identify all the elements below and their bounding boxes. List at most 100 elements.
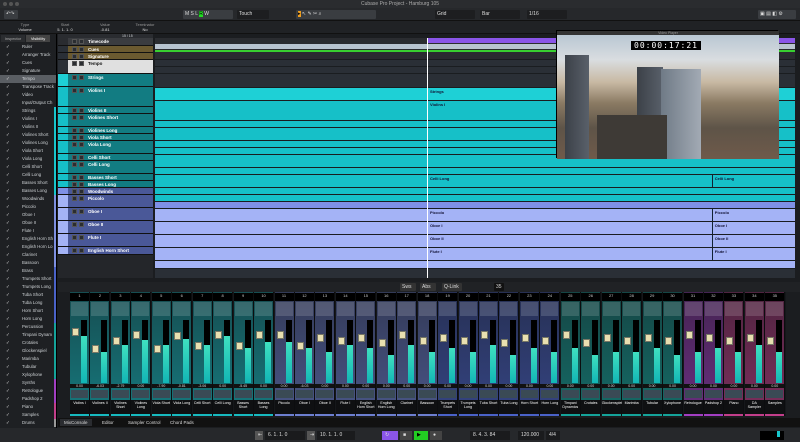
checkmark-icon[interactable]: ✓ — [6, 163, 10, 171]
mute-solo-buttons[interactable] — [193, 390, 211, 398]
channel-name[interactable]: Tuba Long — [499, 400, 519, 414]
routing-buttons[interactable] — [255, 302, 273, 316]
visibility-item[interactable]: ✓ Transpose Track — [0, 83, 56, 91]
checkmark-icon[interactable]: ✓ — [6, 83, 10, 91]
mute-button[interactable] — [72, 182, 77, 187]
mute-button[interactable] — [72, 135, 77, 140]
solo-button[interactable] — [79, 196, 84, 201]
mute-solo-buttons[interactable] — [418, 390, 436, 398]
info-value[interactable]: Volume — [8, 27, 42, 32]
visibility-item[interactable]: ✓ Flute I — [0, 227, 56, 235]
checkmark-icon[interactable]: ✓ — [6, 211, 10, 219]
mute-solo-buttons[interactable] — [623, 390, 641, 398]
checkmark-icon[interactable]: ✓ — [6, 59, 10, 67]
channel-name[interactable]: Oboe I — [294, 400, 314, 414]
track-header[interactable]: Oboe II — [58, 221, 153, 234]
volume-value[interactable]: 0.00 — [417, 384, 437, 388]
mute-solo-buttons[interactable] — [398, 390, 416, 398]
volume-fader[interactable] — [460, 336, 468, 345]
visibility-item[interactable]: ✓ Violines Short — [0, 131, 56, 139]
mute-solo-buttons[interactable] — [71, 390, 88, 398]
volume-value[interactable]: 0.00 — [601, 384, 621, 388]
mute-solo-buttons[interactable] — [377, 390, 395, 398]
mute-button[interactable] — [72, 235, 77, 240]
routing-buttons[interactable] — [295, 302, 313, 316]
track-header[interactable]: Viola Long — [58, 141, 153, 154]
track-lane[interactable]: Oboe I Oboe I — [155, 222, 795, 235]
visibility-item[interactable]: ✓ Strings — [0, 107, 56, 115]
event[interactable]: Flute I — [711, 248, 729, 260]
visibility-item[interactable]: ✓ Viola Long — [0, 155, 56, 163]
track-header[interactable]: Viola Short — [58, 134, 153, 141]
track-header[interactable]: Strings — [58, 74, 153, 87]
info-value[interactable]: 5. 1. 1. 0 — [48, 27, 82, 32]
mute-solo-buttons[interactable] — [745, 390, 763, 398]
tempo-display[interactable]: 120.000 — [518, 431, 544, 440]
channel-name[interactable]: Glockenspiel — [601, 400, 622, 414]
event[interactable]: Oboe I — [711, 222, 729, 234]
checkmark-icon[interactable]: ✓ — [6, 347, 10, 355]
channel-name[interactable]: Retrologue — [683, 400, 703, 414]
volume-value[interactable]: 0.00 — [213, 384, 233, 388]
routing-buttons[interactable] — [357, 302, 375, 316]
visibility-item[interactable]: ✓ Basses Long — [0, 187, 56, 195]
event[interactable]: Celli Long — [427, 175, 451, 187]
routing-buttons[interactable] — [480, 302, 497, 316]
mute-solo-buttons[interactable] — [643, 390, 661, 398]
state-buttons[interactable]: M S L R W — [183, 10, 233, 19]
volume-fader[interactable] — [174, 332, 182, 341]
mute-button[interactable] — [72, 75, 77, 80]
checkmark-icon[interactable]: ✓ — [6, 123, 10, 131]
volume-value[interactable]: 0.00 — [622, 384, 642, 388]
visibility-item[interactable]: ✓ Retrologue — [0, 387, 56, 395]
video-player-window[interactable]: Video Player 00:00:17:21 — [556, 30, 779, 159]
tab-chord-pads[interactable]: Chord Pads — [166, 419, 198, 426]
routing-buttons[interactable] — [541, 302, 559, 316]
checkmark-icon[interactable]: ✓ — [6, 91, 10, 99]
mute-solo-buttons[interactable] — [582, 390, 600, 398]
visibility-item[interactable]: ✓ Timpani Dynam — [0, 331, 56, 339]
solo-button[interactable] — [79, 108, 84, 113]
volume-value[interactable]: 0.00 — [765, 384, 785, 388]
mute-button[interactable] — [72, 115, 77, 120]
channel-name[interactable]: Violines Short — [110, 400, 130, 414]
checkmark-icon[interactable]: ✓ — [6, 419, 10, 427]
checkmark-icon[interactable]: ✓ — [6, 155, 10, 163]
volume-fader[interactable] — [705, 333, 713, 342]
mute-solo-buttons[interactable] — [664, 390, 682, 398]
mixer-abs-button[interactable]: Abs — [420, 283, 436, 291]
checkmark-icon[interactable]: ✓ — [6, 363, 10, 371]
event[interactable]: Flute I — [427, 248, 444, 260]
checkmark-icon[interactable]: ✓ — [6, 67, 10, 75]
track-header[interactable]: Basses Long — [58, 181, 153, 188]
track-header[interactable]: English Horn Short — [58, 247, 153, 255]
routing-buttons[interactable] — [91, 302, 109, 316]
checkmark-icon[interactable]: ✓ — [6, 43, 10, 51]
track-header[interactable]: Celli Long — [58, 161, 153, 174]
close-window-button[interactable] — [3, 2, 7, 6]
channel-name[interactable]: Samples — [765, 400, 785, 414]
track-header[interactable]: Violines Short — [58, 114, 153, 127]
track-lane[interactable]: Oboe II Oboe II — [155, 235, 795, 248]
checkmark-icon[interactable]: ✓ — [6, 387, 10, 395]
volume-value[interactable]: 0.00 — [131, 384, 151, 388]
channel-name[interactable]: Basses Short — [233, 400, 253, 414]
volume-value[interactable]: 0.00 — [499, 384, 519, 388]
checkmark-icon[interactable]: ✓ — [6, 299, 10, 307]
channel-name[interactable]: Violins I — [70, 400, 89, 414]
right-locator[interactable]: 10. 1. 1. 0 — [317, 431, 355, 440]
routing-buttons[interactable] — [459, 302, 477, 316]
playhead[interactable] — [427, 38, 428, 278]
track-lane[interactable]: Celli Long Celli Long — [155, 175, 795, 188]
checkmark-icon[interactable]: ✓ — [6, 379, 10, 387]
volume-value[interactable]: -5.45 — [233, 384, 253, 388]
mute-button[interactable] — [72, 175, 77, 180]
channel-name[interactable]: Padshop 2 — [703, 400, 723, 414]
volume-fader[interactable] — [746, 333, 754, 342]
mute-solo-buttons[interactable] — [439, 390, 457, 398]
visibility-item[interactable]: ✓ English Horn Sh — [0, 235, 56, 243]
track-header[interactable]: Violins II — [58, 107, 153, 114]
visibility-item[interactable]: ✓ English Horn Lo — [0, 243, 56, 251]
visibility-item[interactable]: ✓ Violins I — [0, 115, 56, 123]
record-button[interactable]: ● — [430, 431, 442, 440]
